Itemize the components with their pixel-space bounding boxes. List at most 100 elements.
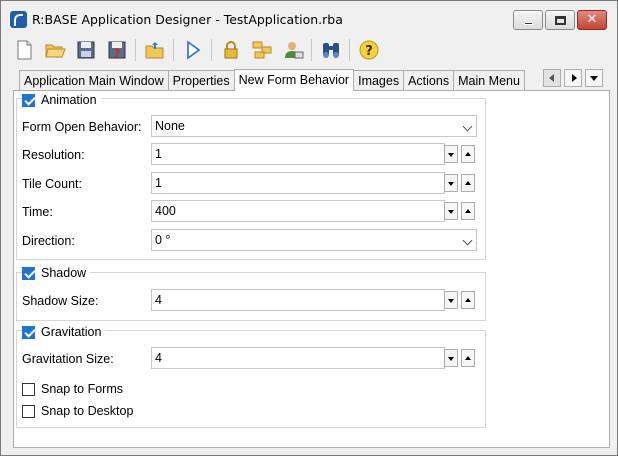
gravitation-size-input[interactable]: 4 [151, 347, 445, 369]
toolbar-separator [311, 39, 312, 61]
animation-label: Animation [41, 93, 97, 107]
svg-text:?: ? [365, 44, 373, 59]
structure-button[interactable] [251, 39, 273, 61]
rbase-logo-icon [10, 11, 27, 28]
structure-icon [252, 41, 272, 59]
time-decrement-button[interactable] [444, 202, 458, 220]
tile-count-increment-button[interactable] [461, 174, 475, 192]
window-title: R:BASE Application Designer - TestApplic… [32, 12, 343, 27]
window-controls: ✕ [511, 10, 607, 30]
save-as-icon: ? [108, 41, 126, 60]
arrow-up-icon [465, 181, 471, 185]
save-icon [77, 41, 95, 59]
maximize-button[interactable] [545, 10, 575, 30]
folder-up-icon [145, 42, 164, 59]
tile-count-decrement-button[interactable] [444, 174, 458, 192]
form-open-behavior-select[interactable]: None [151, 115, 477, 137]
animation-checkbox[interactable]: Animation [22, 93, 101, 107]
arrow-down-icon [448, 299, 454, 303]
save-button[interactable] [75, 39, 97, 61]
chevron-down-icon [462, 235, 473, 246]
arrow-down-icon [448, 182, 454, 186]
maximize-icon [555, 16, 566, 25]
svg-text:?: ? [114, 47, 120, 60]
tile-count-input[interactable]: 1 [151, 172, 445, 194]
toolbar: ? ? [13, 37, 389, 63]
run-button[interactable] [182, 39, 204, 61]
tab-new-form-behavior[interactable]: New Form Behavior [233, 69, 355, 91]
shadow-size-increment-button[interactable] [461, 291, 475, 309]
tile-count-value: 1 [155, 176, 162, 190]
lock-button[interactable] [220, 39, 242, 61]
shadow-size-value: 4 [155, 293, 162, 307]
open-button[interactable] [44, 39, 66, 61]
close-icon: ✕ [586, 12, 598, 27]
form-open-behavior-value: None [155, 119, 185, 133]
toolbar-separator [173, 39, 174, 61]
checkbox-checked-icon [22, 325, 35, 339]
chevron-down-icon [462, 121, 473, 132]
snap-to-desktop-label: Snap to Desktop [41, 404, 134, 418]
gravitation-size-label: Gravitation Size: [22, 352, 114, 366]
checkbox-checked-icon [22, 93, 35, 107]
new-button[interactable] [13, 39, 35, 61]
gravitation-size-decrement-button[interactable] [444, 349, 458, 367]
tab-main-menu[interactable]: Main Menu [453, 70, 525, 91]
resolution-increment-button[interactable] [461, 145, 475, 163]
checkbox-unchecked-icon [22, 404, 35, 418]
shadow-label: Shadow [41, 266, 87, 280]
shadow-checkbox[interactable]: Shadow [22, 266, 91, 280]
arrow-up-icon [465, 152, 471, 156]
direction-label: Direction: [22, 234, 75, 248]
user-button[interactable] [282, 39, 304, 61]
time-input[interactable]: 400 [151, 200, 445, 222]
time-value: 400 [155, 204, 176, 218]
gravitation-checkbox[interactable]: Gravitation [22, 325, 106, 339]
run-icon [187, 40, 201, 60]
tab-application-main-window[interactable]: Application Main Window [19, 70, 169, 91]
toolbar-separator [135, 39, 136, 61]
chevron-down-icon [590, 76, 598, 81]
toolbar-separator [211, 39, 212, 61]
time-increment-button[interactable] [461, 202, 475, 220]
folder-up-button[interactable] [144, 39, 166, 61]
title-bar[interactable]: R:BASE Application Designer - TestApplic… [1, 1, 617, 35]
shadow-size-input[interactable]: 4 [151, 289, 445, 311]
help-icon: ? [359, 40, 379, 60]
minimize-icon [524, 22, 533, 25]
tab-images[interactable]: Images [353, 70, 405, 91]
arrow-up-icon [465, 209, 471, 213]
open-folder-icon [45, 44, 66, 58]
shadow-size-decrement-button[interactable] [444, 291, 458, 309]
arrow-up-icon [465, 298, 471, 302]
save-as-button[interactable]: ? [106, 39, 128, 61]
tab-actions[interactable]: Actions [403, 70, 455, 91]
snap-to-desktop-checkbox[interactable]: Snap to Desktop [22, 404, 133, 418]
tab-list-button[interactable] [585, 69, 603, 87]
tab-properties[interactable]: Properties [167, 70, 235, 91]
find-button[interactable] [320, 39, 342, 61]
minimize-button[interactable] [513, 10, 543, 30]
snap-to-forms-checkbox[interactable]: Snap to Forms [22, 382, 123, 396]
tab-scroll-left-button[interactable] [543, 69, 561, 87]
user-icon [285, 42, 304, 59]
tab-scroll-right-button[interactable] [564, 69, 582, 87]
resolution-decrement-button[interactable] [444, 145, 458, 163]
chevron-right-icon [572, 74, 577, 82]
gravitation-size-value: 4 [155, 351, 162, 365]
tab-navigation [540, 69, 603, 87]
close-button[interactable]: ✕ [577, 10, 607, 30]
gravitation-label: Gravitation [41, 325, 102, 339]
tab-content-panel: Animation Form Open Behavior: None Resol… [13, 90, 610, 448]
direction-select[interactable]: 0 ° [151, 229, 477, 251]
resolution-value: 1 [155, 147, 162, 161]
resolution-input[interactable]: 1 [151, 143, 445, 165]
direction-value: 0 ° [155, 233, 171, 247]
binoculars-icon [323, 43, 339, 58]
chevron-left-icon [549, 74, 554, 82]
gravitation-size-increment-button[interactable] [461, 349, 475, 367]
help-button[interactable]: ? [358, 39, 380, 61]
toolbar-separator [349, 39, 350, 61]
arrow-up-icon [465, 356, 471, 360]
resolution-label: Resolution: [22, 148, 85, 162]
